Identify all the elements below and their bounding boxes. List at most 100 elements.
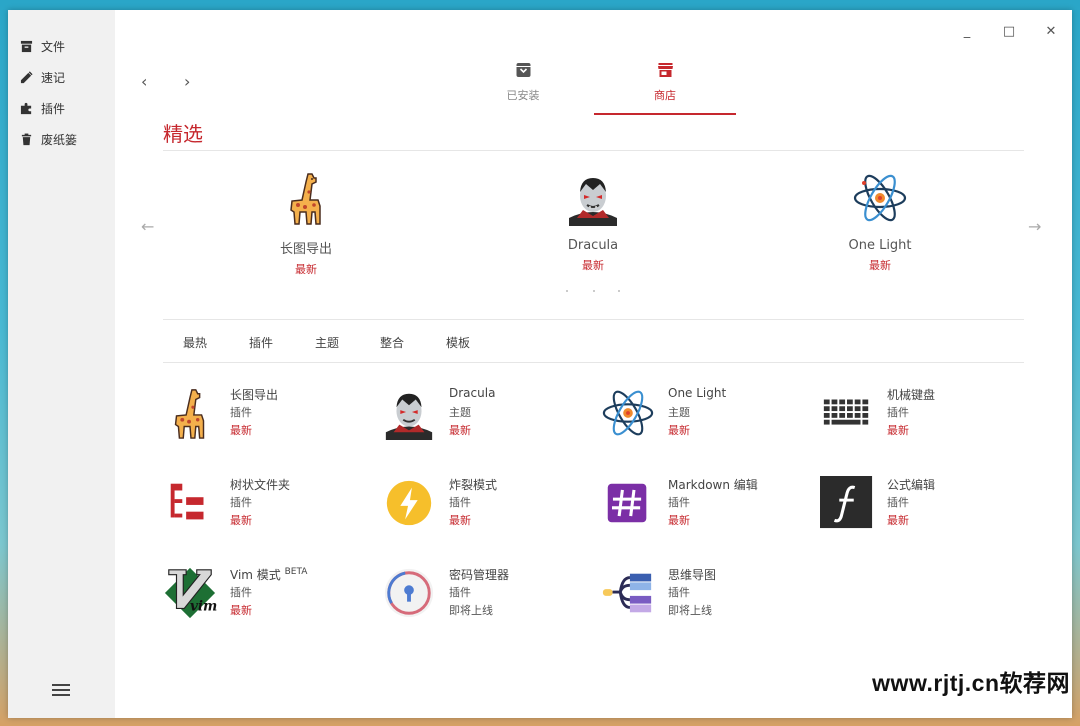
tab-label: 已安装 bbox=[506, 89, 540, 102]
beta-badge: BETA bbox=[284, 567, 308, 577]
plugin-type: 插件 bbox=[449, 496, 471, 509]
plugin-status: 最新 bbox=[230, 604, 252, 617]
mindmap-icon bbox=[602, 573, 652, 613]
forward-button[interactable]: › bbox=[184, 72, 190, 91]
tab-installed[interactable]: 已安装 bbox=[452, 62, 594, 116]
plugin-name: 树状文件夹 bbox=[230, 478, 291, 492]
plugin-status: 即将上线 bbox=[449, 604, 493, 617]
sidebar-item-label: 插件 bbox=[41, 101, 66, 116]
featured-item[interactable]: One Light 最新 bbox=[800, 170, 960, 273]
plugin-card[interactable]: 长图导出 插件 最新 bbox=[163, 386, 363, 446]
app-window: 文件 速记 插件 废纸篓 _ □ ✕ ‹ › 已安装 商店 精选 ← → 长图导… bbox=[8, 10, 1072, 718]
pencil-icon bbox=[20, 70, 33, 83]
back-button[interactable]: ‹ bbox=[141, 72, 147, 91]
close-button[interactable]: ✕ bbox=[1041, 22, 1061, 40]
plugin-type: 插件 bbox=[668, 586, 690, 599]
plugin-name: 机械键盘 bbox=[887, 388, 936, 402]
divider bbox=[163, 319, 1024, 320]
maximize-button[interactable]: □ bbox=[999, 22, 1019, 40]
watermark-text: www.rjtj.cn软荐网 bbox=[872, 670, 1070, 696]
carousel-prev-button[interactable]: ← bbox=[141, 217, 154, 236]
plugin-type: 插件 bbox=[449, 586, 471, 599]
carousel-dot[interactable] bbox=[566, 290, 568, 292]
hamburger-icon[interactable] bbox=[52, 684, 70, 698]
giraffe-icon bbox=[174, 389, 205, 439]
plugin-name: 公式编辑 bbox=[887, 478, 936, 492]
plugin-card[interactable]: 炸裂模式 插件 最新 bbox=[382, 476, 582, 536]
atom-icon bbox=[853, 174, 907, 222]
featured-item[interactable]: 长图导出 最新 bbox=[226, 170, 386, 277]
plugin-name: One Light bbox=[668, 386, 727, 400]
plugin-name: Vim 模式 BETA bbox=[230, 566, 307, 583]
sidebar-item-files[interactable]: 文件 bbox=[20, 36, 65, 56]
formula-icon bbox=[820, 476, 873, 529]
tree-folder-icon bbox=[170, 483, 204, 520]
dracula-icon bbox=[569, 178, 617, 226]
puzzle-icon bbox=[20, 102, 32, 114]
divider bbox=[163, 362, 1024, 363]
plugin-status: 最新 bbox=[449, 514, 471, 527]
plugin-type: 插件 bbox=[668, 496, 690, 509]
category-plugins[interactable]: 插件 bbox=[249, 334, 273, 351]
plugin-type: 插件 bbox=[887, 406, 909, 419]
archive-icon bbox=[20, 40, 33, 52]
dracula-icon bbox=[385, 393, 433, 440]
plugin-card[interactable]: Markdown 编辑 插件 最新 bbox=[601, 476, 801, 536]
sidebar-item-plugins[interactable]: 插件 bbox=[20, 98, 65, 118]
featured-name: Dracula bbox=[567, 238, 619, 253]
plugin-status: 最新 bbox=[230, 514, 252, 527]
plugin-name: 密码管理器 bbox=[449, 568, 510, 582]
installed-box-icon bbox=[516, 63, 530, 77]
plugin-status: 最新 bbox=[887, 424, 909, 437]
lightning-icon bbox=[386, 480, 432, 526]
tab-store[interactable]: 商店 bbox=[594, 62, 736, 116]
plugin-type: 插件 bbox=[230, 586, 252, 599]
carousel-next-button[interactable]: → bbox=[1028, 217, 1041, 236]
carousel-dot[interactable] bbox=[618, 290, 620, 292]
plugin-status: 最新 bbox=[668, 514, 690, 527]
plugin-status: 最新 bbox=[230, 424, 252, 437]
plugin-card[interactable]: Dracula 主题 最新 bbox=[382, 386, 582, 446]
sidebar: 文件 速记 插件 废纸篓 bbox=[8, 10, 115, 718]
sidebar-item-trash[interactable]: 废纸篓 bbox=[20, 129, 77, 149]
store-icon bbox=[657, 63, 673, 77]
giraffe-icon bbox=[290, 173, 321, 225]
sidebar-item-notes[interactable]: 速记 bbox=[20, 67, 65, 87]
plugin-type: 插件 bbox=[230, 496, 252, 509]
category-templates[interactable]: 模板 bbox=[446, 334, 470, 351]
category-themes[interactable]: 主题 bbox=[315, 334, 339, 351]
featured-name: One Light bbox=[848, 238, 912, 253]
svg-text:vim: vim bbox=[190, 598, 217, 614]
plugin-name: 长图导出 bbox=[230, 388, 279, 402]
plugin-type: 插件 bbox=[887, 496, 909, 509]
featured-tag: 最新 bbox=[582, 259, 604, 272]
plugin-card[interactable]: 树状文件夹 插件 最新 bbox=[163, 476, 363, 536]
trash-icon bbox=[21, 133, 32, 145]
plugin-status: 最新 bbox=[668, 424, 690, 437]
plugin-name: 炸裂模式 bbox=[449, 478, 498, 492]
carousel-dot[interactable] bbox=[593, 290, 595, 292]
plugin-card[interactable]: 密码管理器 插件 即将上线 bbox=[382, 566, 582, 626]
atom-icon bbox=[602, 390, 654, 436]
plugin-card[interactable]: 思维导图 插件 即将上线 bbox=[601, 566, 801, 626]
active-tab-indicator bbox=[594, 113, 736, 115]
sidebar-item-label: 废纸篓 bbox=[41, 132, 78, 147]
carousel-dots bbox=[564, 290, 624, 294]
hash-icon bbox=[607, 483, 647, 523]
plugin-card[interactable]: 机械键盘 插件 最新 bbox=[820, 386, 1020, 446]
category-hot[interactable]: 最热 bbox=[183, 334, 207, 351]
plugin-status: 最新 bbox=[887, 514, 909, 527]
keyhole-icon bbox=[384, 568, 434, 618]
plugin-name: 思维导图 bbox=[668, 568, 717, 582]
section-title: 精选 bbox=[163, 122, 203, 146]
plugin-status: 即将上线 bbox=[668, 604, 712, 617]
minimize-button[interactable]: _ bbox=[957, 22, 977, 40]
plugin-card[interactable]: vim Vim 模式 BETA 插件 最新 bbox=[163, 566, 363, 626]
plugin-card[interactable]: 公式编辑 插件 最新 bbox=[820, 476, 1020, 536]
divider bbox=[163, 150, 1024, 151]
plugin-type: 主题 bbox=[449, 406, 471, 419]
plugin-card[interactable]: One Light 主题 最新 bbox=[601, 386, 801, 446]
category-integrations[interactable]: 整合 bbox=[380, 334, 404, 351]
plugin-status: 最新 bbox=[449, 424, 471, 437]
featured-item[interactable]: Dracula 最新 bbox=[513, 170, 673, 273]
